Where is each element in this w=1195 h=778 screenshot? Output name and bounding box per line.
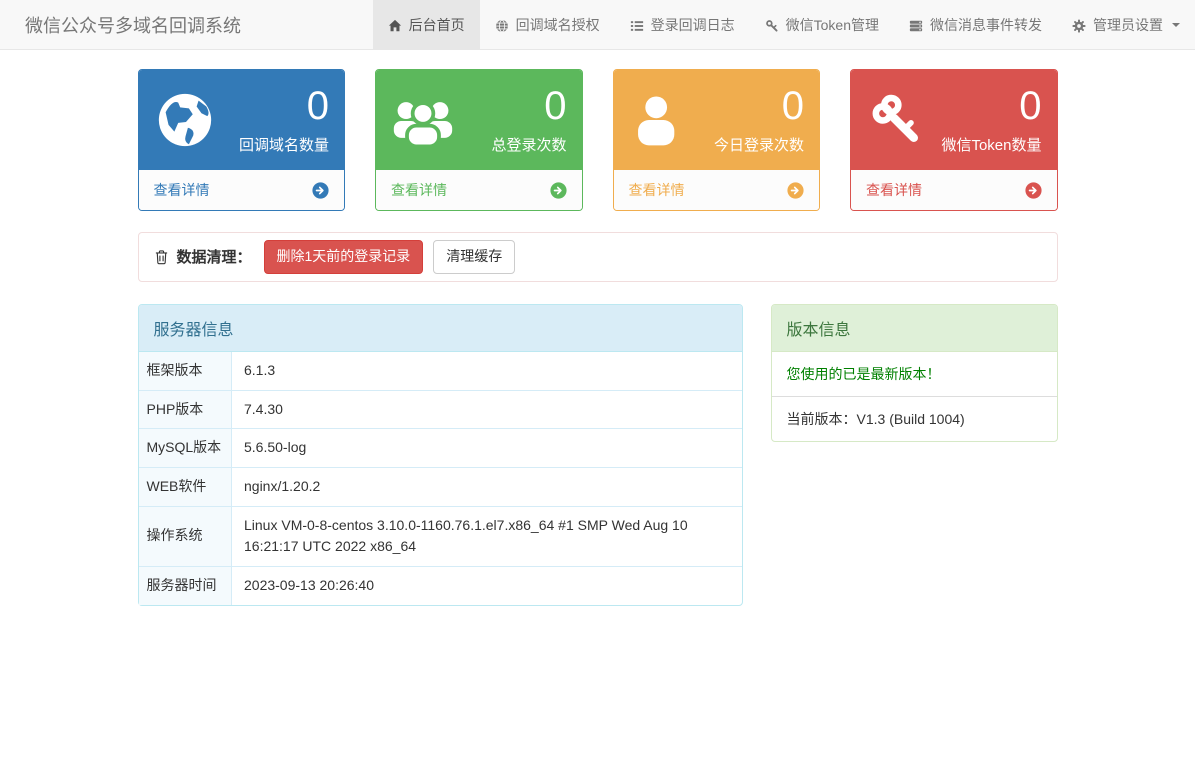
stat-label: 微信Token数量 xyxy=(941,136,1042,154)
list-icon xyxy=(630,16,644,32)
clear-cache-button[interactable]: 清理缓存 xyxy=(433,240,516,274)
globe-icon xyxy=(154,89,218,151)
version-status-message: 您使用的已是最新版本！ xyxy=(771,352,1057,397)
view-details-link[interactable]: 查看详情 xyxy=(613,170,819,210)
server-info-table: 框架版本 6.1.3 PHP版本 7.4.30 MySQL版本 5.6.50-l… xyxy=(138,351,742,605)
nav-item-domain-auth[interactable]: 回调域名授权 xyxy=(480,0,615,49)
stat-card-callback-domains: 0 回调域名数量 查看详情 xyxy=(137,69,345,211)
server-info-panel: 服务器信息 框架版本 6.1.3 PHP版本 7.4.30 MySQL版本 5.… xyxy=(137,303,743,606)
stat-label: 总登录次数 xyxy=(491,136,567,154)
main-content: 0 回调域名数量 查看详情 0 总登录次数 查看详情 0 今日登录次数 查看详情… xyxy=(123,69,1073,606)
stat-value: 0 xyxy=(781,83,804,128)
caret-down-icon xyxy=(1172,22,1180,27)
stat-label: 回调域名数量 xyxy=(238,136,329,154)
table-row: 操作系统 Linux VM-0-8-centos 3.10.0-1160.76.… xyxy=(138,505,742,567)
arrow-circle-right-icon xyxy=(787,181,804,199)
nav-item-token-manage[interactable]: 微信Token管理 xyxy=(750,0,894,49)
stat-label: 今日登录次数 xyxy=(713,136,804,154)
server-info-title: 服务器信息 xyxy=(138,304,742,352)
stat-cards-row: 0 回调域名数量 查看详情 0 总登录次数 查看详情 0 今日登录次数 查看详情… xyxy=(137,69,1058,211)
stat-card-today-logins: 0 今日登录次数 查看详情 xyxy=(612,69,820,211)
view-details-link[interactable]: 查看详情 xyxy=(851,170,1057,210)
arrow-circle-right-icon xyxy=(549,181,567,199)
stat-card-total-logins: 0 总登录次数 查看详情 xyxy=(375,69,583,211)
view-details-link[interactable]: 查看详情 xyxy=(376,170,582,210)
main-nav: 后台首页 回调域名授权 登录回调日志 微信Token管理 微信消息事件转发 管理… xyxy=(372,0,1195,49)
arrow-circle-right-icon xyxy=(312,181,329,199)
info-panels-row: 服务器信息 框架版本 6.1.3 PHP版本 7.4.30 MySQL版本 5.… xyxy=(137,303,1058,606)
stat-value: 0 xyxy=(544,83,567,128)
version-info-title: 版本信息 xyxy=(771,304,1057,352)
user-icon xyxy=(629,89,693,151)
version-info-panel: 版本信息 您使用的已是最新版本！ 当前版本：V1.3 (Build 1004) xyxy=(770,303,1058,442)
table-row: MySQL版本 5.6.50-log xyxy=(138,428,742,468)
home-icon xyxy=(388,16,402,32)
server-icon xyxy=(909,16,923,32)
nav-item-login-log[interactable]: 登录回调日志 xyxy=(615,0,750,49)
trash-icon xyxy=(154,248,169,265)
view-details-link[interactable]: 查看详情 xyxy=(138,170,344,210)
nav-item-admin-settings[interactable]: 管理员设置 xyxy=(1057,0,1195,49)
current-version-text: 当前版本：V1.3 (Build 1004) xyxy=(786,410,965,427)
globe-icon xyxy=(495,16,509,32)
app-brand[interactable]: 微信公众号多域名回调系统 xyxy=(25,0,241,49)
table-row: WEB软件 nginx/1.20.2 xyxy=(138,466,742,507)
table-row: 服务器时间 2023-09-13 20:26:40 xyxy=(138,565,742,605)
data-cleanup-panel: 数据清理： 删除1天前的登录记录 清理缓存 xyxy=(137,232,1058,282)
arrow-circle-right-icon xyxy=(1024,181,1042,199)
data-cleanup-label: 数据清理： xyxy=(154,246,252,267)
table-row: 框架版本 6.1.3 xyxy=(138,351,742,391)
stat-value: 0 xyxy=(1019,83,1042,128)
stat-card-token-count: 0 微信Token数量 查看详情 xyxy=(850,69,1058,211)
delete-old-logs-button[interactable]: 删除1天前的登录记录 xyxy=(263,240,424,274)
nav-item-msg-forward[interactable]: 微信消息事件转发 xyxy=(894,0,1057,49)
nav-item-dashboard[interactable]: 后台首页 xyxy=(372,0,480,49)
top-navbar: 微信公众号多域名回调系统 后台首页 回调域名授权 登录回调日志 微信Token管… xyxy=(0,0,1195,50)
key-icon xyxy=(866,89,930,151)
stat-value: 0 xyxy=(306,83,329,128)
users-icon xyxy=(391,89,455,151)
key-icon xyxy=(765,16,779,32)
gear-icon xyxy=(1072,16,1086,33)
table-row: PHP版本 7.4.30 xyxy=(138,389,742,429)
